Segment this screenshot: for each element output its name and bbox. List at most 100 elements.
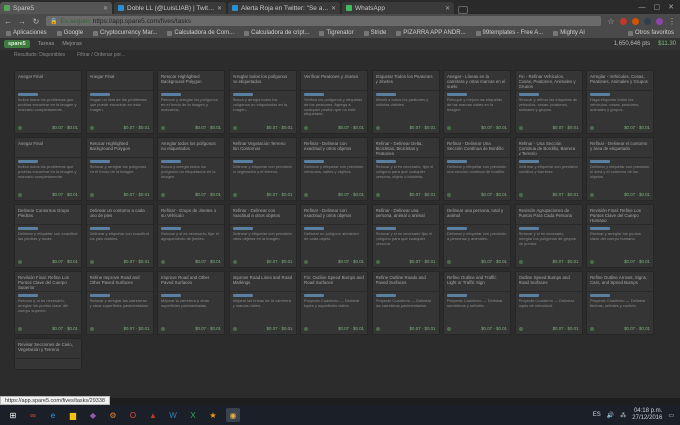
tab-twitter-1[interactable]: Doble LL (@LuisLlAB) | Twitter ✕ [114, 2, 226, 14]
task-card[interactable]: Verificar Peatones y Jinetes Verifica los… [300, 70, 368, 134]
task-card[interactable]: Improve Road and Other Paved Surfaces Mej… [157, 271, 225, 335]
task-card[interactable]: Arreglar todos los polígonos no etiqueta… [157, 137, 225, 201]
word-icon[interactable]: W [166, 408, 180, 422]
task-card[interactable]: Refinar - Una Sección Continua de Bordil… [514, 137, 583, 201]
task-card[interactable]: Anegar - Líneas en la carretera y otras … [443, 70, 511, 134]
bookmark-item[interactable]: 99templates - Free A... [475, 30, 543, 36]
extension-icon[interactable] [632, 17, 639, 25]
bookmark-item[interactable]: Calculadora de cript... [244, 30, 309, 36]
close-icon[interactable]: ✕ [103, 5, 108, 12]
task-title: Outline Speed Bumps and Road Surfaces [518, 275, 570, 285]
bookmark-item[interactable]: PIZARRA APP ANDR... [396, 30, 466, 36]
divider [372, 157, 439, 158]
extension-icon[interactable] [656, 17, 663, 25]
results-filter[interactable]: Resultado: Disponibles [14, 52, 65, 58]
clock[interactable]: 04:18 p.m. 27/12/2016 [632, 408, 662, 422]
other-bookmarks[interactable]: Otros favoritos [627, 30, 674, 36]
task-card[interactable]: Refine Outline Arrows, Signs, Cars, and … [586, 271, 654, 335]
reload-icon[interactable]: ↻ [32, 17, 40, 26]
task-card[interactable]: Revisión Final: Refine Los Puntos Clave … [14, 271, 82, 335]
task-card[interactable]: Refinar - Delinear Delta, Bicicletas, Bi… [371, 137, 440, 201]
network-icon[interactable]: ⁂ [620, 412, 626, 419]
task-card[interactable]: Arreglar todos los polígonos no etiqueta… [228, 70, 297, 134]
task-card[interactable]: Retocar Highlighted Background Polygon Re… [85, 137, 154, 201]
chrome-icon[interactable]: ◉ [226, 408, 240, 422]
spare5-logo[interactable]: spare5 [4, 40, 30, 48]
tab-label: WhatsApp [355, 4, 385, 12]
app-icon[interactable]: ⚙ [106, 408, 120, 422]
close-icon[interactable]: ✕ [217, 5, 222, 12]
task-card[interactable]: Improve Road Lines and Road Markings Mejo… [228, 271, 297, 335]
bookmark-item[interactable]: Cryptocurrency Mar... [93, 30, 157, 36]
tab-twitter-2[interactable]: Alerta Roja en Twitter: "Se abren... ✕ [228, 2, 340, 14]
app-icon[interactable]: ∞ [26, 408, 40, 422]
excel-icon[interactable]: X [186, 408, 200, 422]
pdf-icon[interactable]: ▲ [146, 408, 160, 422]
bookmark-item[interactable]: Stride [363, 30, 386, 36]
browser-tab-strip: Spare5 ✕ Doble LL (@LuisLlAB) | Twitter … [0, 0, 680, 14]
task-card[interactable]: Refine Improve Road and Other Paved Surf… [85, 271, 154, 335]
tab-whatsapp[interactable]: WhatsApp ✕ [342, 2, 454, 14]
task-card[interactable]: Refinar - Delinear Una Sección Contínua … [443, 137, 511, 201]
task-card[interactable]: Refinar - Delinear con exactitud y otros… [300, 137, 368, 201]
task-card[interactable]: Fin - Refinar Vehículos, Cosas, Peatones… [514, 70, 583, 134]
windows-start-icon[interactable]: ⊞ [6, 408, 20, 422]
task-card[interactable]: Outline Speed Bumps and Road Surfaces Pro… [514, 271, 583, 335]
task-card[interactable]: Anegar Final Indica todos los problemas q… [14, 137, 82, 201]
menu-icon[interactable]: ⋮ [668, 17, 676, 26]
star-icon[interactable]: ☆ [607, 17, 615, 26]
task-card[interactable]: Refinar - Delinear el contorno y área de… [586, 137, 654, 201]
task-card[interactable]: Refinar Vegetación Terreno Sin Contornos… [228, 137, 297, 201]
app-icon[interactable]: ★ [206, 408, 220, 422]
bookmark-item[interactable]: Aplicaciones [6, 30, 47, 36]
task-card[interactable]: Refinar - Delinear una persona, animal o… [371, 204, 440, 268]
close-icon[interactable]: ✕ [445, 5, 450, 12]
task-card[interactable]: Revisión Final: Refine Los Puntos Clave … [586, 204, 654, 268]
task-card[interactable]: Refinar - Grupo de Jinetes o su Vehículo… [157, 204, 225, 268]
divider [86, 291, 153, 292]
close-icon[interactable]: ✕ [331, 5, 336, 12]
earnings: $11.30 [658, 41, 676, 47]
extension-icon[interactable] [644, 17, 651, 25]
task-card[interactable]: Delinear una persona, total y animal Deli… [443, 204, 511, 268]
task-card[interactable]: Refine Outline Roads and Paved Surfaces P… [371, 271, 440, 335]
extension-icon[interactable] [620, 17, 627, 25]
tab-spare5[interactable]: Spare5 ✕ [0, 2, 112, 14]
bookmark-item[interactable]: Mighty AI [553, 30, 585, 36]
task-card[interactable]: Revisión Agrupaciones de Puntos Para Cad… [514, 204, 583, 268]
task-card[interactable]: Revisar Secciones de Cielo, Vegetación y… [14, 338, 82, 370]
app-icon[interactable]: e [46, 408, 60, 422]
bookmark-item[interactable]: Calculadora de Com... [167, 30, 234, 36]
minimize-icon[interactable]: — [639, 4, 646, 11]
back-icon[interactable]: ← [4, 17, 12, 26]
sort-filter[interactable]: Filtrar / Ordenar por... [77, 52, 125, 58]
task-card[interactable]: Delinear un contorno a cada uno de pies D… [85, 204, 154, 268]
task-tag [232, 160, 253, 163]
bookmark-item[interactable]: Google [56, 30, 83, 36]
notifications-icon[interactable]: ▭ [668, 412, 674, 419]
volume-icon[interactable]: 🔊 [607, 412, 614, 419]
task-card[interactable]: Fin: Outline Speed Bumps and Road Surfac… [300, 271, 368, 335]
opera-icon[interactable]: O [126, 408, 140, 422]
new-tab-button[interactable] [458, 6, 468, 14]
task-card[interactable]: Refinar - Delinear con exactitud a otros… [228, 204, 297, 268]
task-card[interactable]: Anegar Final Hagan un lista de las proble… [85, 70, 154, 134]
maximize-icon[interactable]: ▢ [654, 3, 661, 11]
address-bar[interactable]: 🔒 Es seguro https://app.spare5.com/fives… [46, 16, 601, 26]
nav-tareas[interactable]: Tareas [38, 41, 55, 47]
task-card[interactable]: Refinar - Delinear con exactitud y otros… [300, 204, 368, 268]
nav-mejoras[interactable]: Mejoras [62, 41, 82, 47]
task-card[interactable]: Etiquetar Todos los Peatones y Jinetes Añ… [371, 70, 440, 134]
task-card[interactable]: Retocar Highlighted Background Polygon Re… [157, 70, 225, 134]
close-window-icon[interactable]: ✕ [668, 3, 674, 11]
task-card[interactable]: Arreglar - Vehículos, Cosas, Peatones, A… [586, 70, 654, 134]
folder-icon[interactable]: ▆ [66, 408, 80, 422]
app-icon[interactable]: ◆ [86, 408, 100, 422]
bookmark-item[interactable]: Tigrenator [319, 30, 354, 36]
task-card[interactable]: Delinear Contornos Grupo Piedras Delinear… [14, 204, 82, 268]
task-card[interactable]: Anegar Final Indica todos los problemas q… [14, 70, 82, 134]
task-card[interactable]: Refine Outline and Traffic Light or Traf… [443, 271, 511, 335]
language-indicator[interactable]: ES [593, 412, 601, 418]
task-title: Arreglar - Vehículos, Cosas, Peatones, A… [590, 74, 648, 84]
forward-icon[interactable]: → [18, 17, 26, 26]
